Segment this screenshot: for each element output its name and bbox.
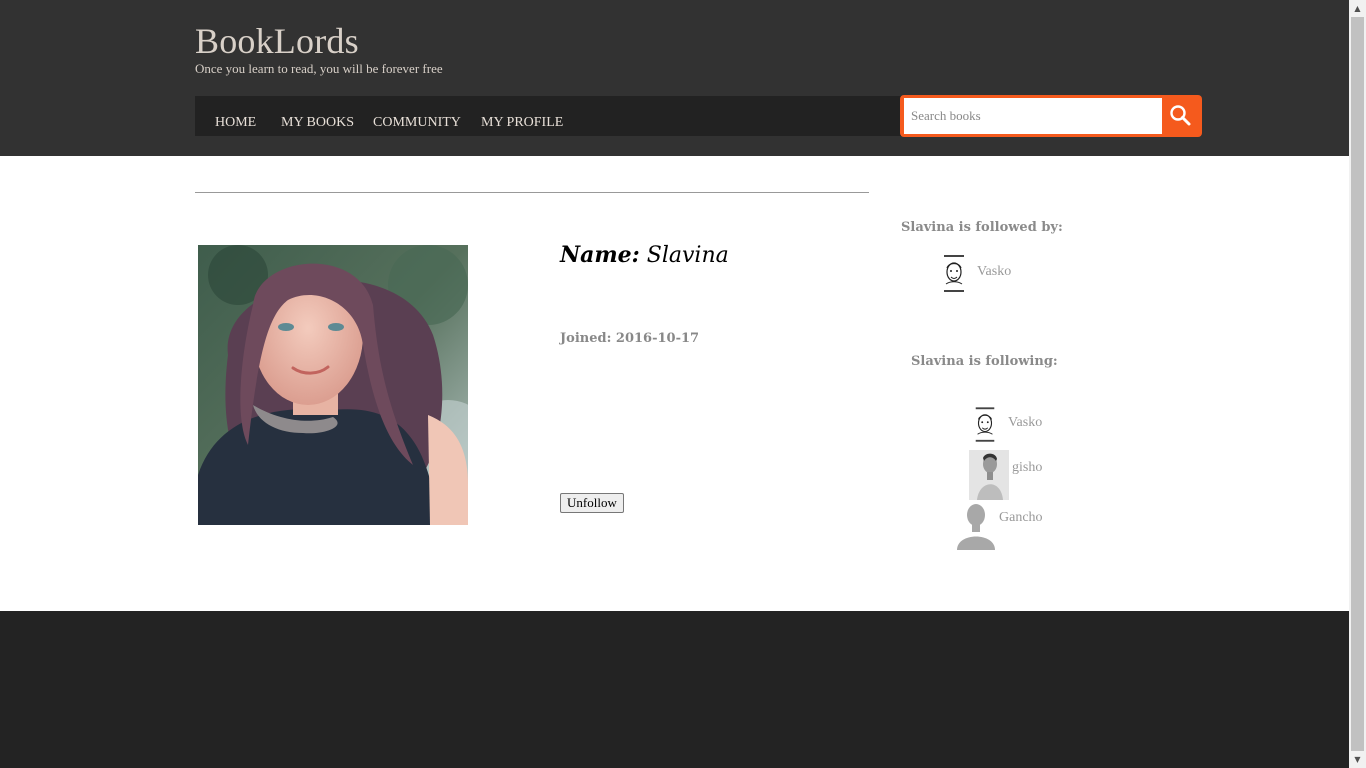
search-button[interactable] — [1162, 98, 1198, 134]
following-user[interactable]: Vasko — [972, 405, 1052, 455]
main-content: Name: Slavina Joined: 2016-10-17 Unfollo… — [0, 156, 1349, 611]
site-footer — [0, 611, 1349, 768]
scroll-thumb[interactable] — [1351, 17, 1364, 751]
following-user[interactable]: gisho — [969, 450, 1049, 500]
default-avatar-icon — [956, 500, 996, 550]
main-nav: HOME MY BOOKS COMMUNITY MY PROFILE — [195, 96, 901, 136]
sketch-avatar-icon — [972, 406, 998, 444]
profile-name: Name: Slavina — [560, 242, 729, 268]
following-heading: Slavina is following: — [911, 354, 1058, 369]
nav-item-my-books[interactable]: MY BOOKS — [281, 115, 354, 131]
following-user-name[interactable]: Gancho — [999, 510, 1043, 526]
sketch-avatar-icon — [940, 254, 968, 294]
vertical-scrollbar[interactable]: ▲ ▼ — [1349, 0, 1366, 768]
unfollow-button[interactable]: Unfollow — [560, 493, 624, 513]
following-user-name[interactable]: gisho — [1012, 460, 1042, 476]
following-user-name[interactable]: Vasko — [1008, 415, 1042, 431]
divider — [195, 192, 869, 193]
followed-by-heading: Slavina is followed by: — [901, 220, 1063, 235]
profile-photo — [198, 245, 468, 525]
photo-avatar-icon — [969, 450, 1009, 500]
followed-by-user[interactable]: Vasko — [940, 254, 1020, 304]
profile-joined-date: Joined: 2016-10-17 — [560, 331, 700, 346]
search-box — [900, 95, 1202, 137]
nav-item-community[interactable]: COMMUNITY — [373, 115, 461, 131]
scroll-up-icon[interactable]: ▲ — [1349, 0, 1366, 17]
profile-name-value: Slavina — [646, 243, 729, 268]
followed-by-user-name[interactable]: Vasko — [977, 264, 1011, 280]
nav-item-home[interactable]: HOME — [215, 115, 256, 131]
profile-name-label: Name: — [560, 242, 640, 268]
search-input[interactable] — [904, 98, 1162, 134]
search-icon — [1170, 105, 1191, 126]
site-header: BookLords Once you learn to read, you wi… — [0, 0, 1349, 156]
site-title[interactable]: BookLords — [195, 20, 359, 62]
scroll-down-icon[interactable]: ▼ — [1349, 751, 1366, 768]
site-tagline: Once you learn to read, you will be fore… — [195, 61, 443, 76]
following-user[interactable]: Gancho — [956, 500, 1046, 550]
nav-item-my-profile[interactable]: MY PROFILE — [481, 115, 563, 131]
